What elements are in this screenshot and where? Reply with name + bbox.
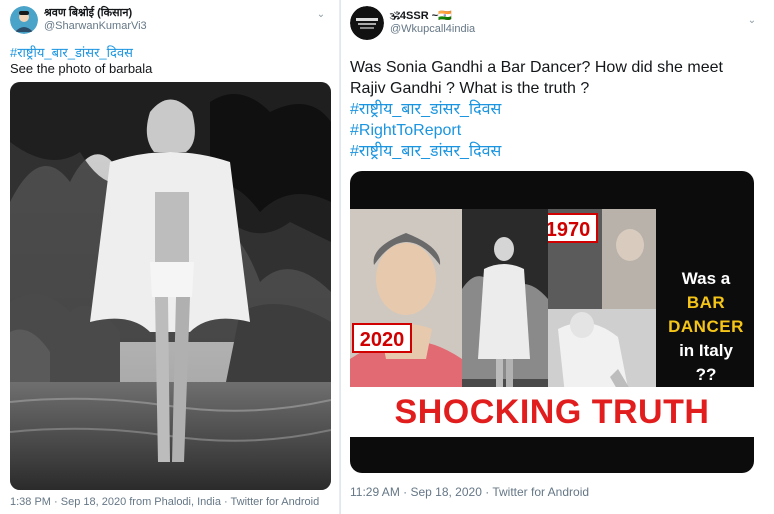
hashtag-link[interactable]: #RightToReport: [350, 120, 764, 141]
caption-line: DANCER: [668, 317, 744, 336]
tweet-right[interactable]: 🕉4SSR ~🇮🇳 @Wkupcall4india ⌄ Was Sonia Ga…: [341, 0, 774, 514]
caption-line: Was a: [681, 269, 731, 288]
tweet-photo[interactable]: [10, 82, 331, 490]
tweet-photo[interactable]: 2020 1970 Was a BAR DANCER in Italy ?? S…: [350, 171, 754, 473]
tweet-body-line: Rajiv Gandhi ? What is the truth ?: [350, 80, 590, 97]
user-handle[interactable]: @Wkupcall4india: [390, 23, 475, 36]
hashtag-link[interactable]: #राष्ट्रीय_बार_डांसर_दिवस: [350, 99, 764, 120]
tweet-left[interactable]: श्रवण बिश्नोई (किसान) @SharwanKumarVi3 ⌄…: [0, 0, 340, 514]
shocking-banner: SHOCKING TRUTH: [350, 387, 754, 437]
year-badge-2020: 2020: [352, 323, 412, 353]
caption-line: ??: [695, 365, 717, 384]
bw-beach-photo: [10, 82, 331, 490]
user-handle[interactable]: @SharwanKumarVi3: [44, 20, 147, 33]
avatar-image: [350, 6, 384, 40]
chevron-down-icon[interactable]: ⌄: [744, 14, 760, 28]
banner-text: SHOCKING TRUTH: [394, 393, 710, 431]
tweet-timestamp[interactable]: 1:38 PM · Sep 18, 2020 from Phalodi, Ind…: [10, 496, 319, 508]
tweet-body: See the photo of barbala: [10, 61, 153, 76]
collage: 2020 1970 Was a BAR DANCER in Italy ?? S…: [350, 209, 754, 437]
tweet-body-line: Was Sonia Gandhi a Bar Dancer? How did s…: [350, 59, 723, 76]
avatar[interactable]: [10, 6, 38, 34]
display-name[interactable]: श्रवण बिश्नोई (किसान): [44, 7, 147, 20]
hashtag-link[interactable]: #राष्ट्रीय_बार_डांसर_दिवस: [10, 45, 330, 61]
caption-line: BAR: [686, 293, 726, 312]
avatar-image: [10, 6, 38, 34]
collage-side-caption: Was a BAR DANCER in Italy ??: [658, 267, 754, 387]
year-badge-1970: 1970: [548, 213, 598, 243]
tweet-header: श्रवण बिश्नोई (किसान) @SharwanKumarVi3 ⌄: [10, 6, 329, 42]
display-name[interactable]: 🕉4SSR ~🇮🇳: [390, 10, 475, 23]
caption-line: in Italy: [679, 341, 733, 360]
avatar[interactable]: [350, 6, 384, 40]
chevron-down-icon[interactable]: ⌄: [313, 8, 329, 22]
tweet-timestamp[interactable]: 11:29 AM · Sep 18, 2020 · Twitter for An…: [350, 485, 589, 499]
tweet-text: Was Sonia Gandhi a Bar Dancer? How did s…: [350, 57, 764, 162]
tweet-header: 🕉4SSR ~🇮🇳 @Wkupcall4india ⌄: [350, 6, 764, 42]
tweet-text: #राष्ट्रीय_बार_डांसर_दिवस See the photo …: [10, 45, 330, 77]
hashtag-link[interactable]: #राष्ट्रीय_बार_डांसर_दिवस: [350, 141, 764, 162]
